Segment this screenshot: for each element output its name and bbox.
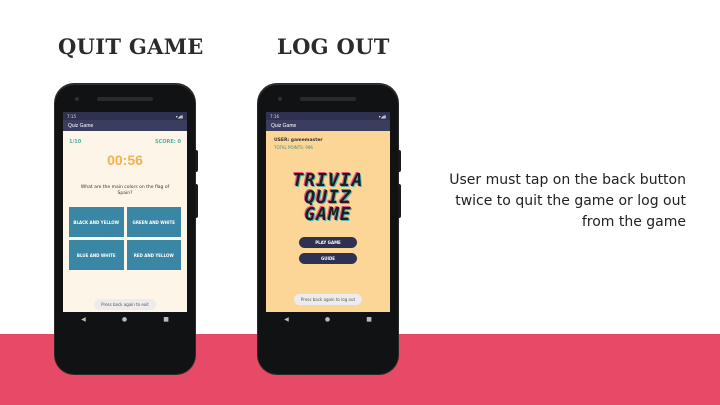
answer-option-4[interactable]: RED AND YELLOW xyxy=(126,240,181,270)
recents-nav-icon[interactable]: ■ xyxy=(366,316,372,323)
status-time: 7:15 xyxy=(67,113,76,119)
logo-line-3: GAME xyxy=(304,204,352,225)
quiz-screen: 1/10 SCORE: 0 00:56 What are the main co… xyxy=(63,131,187,312)
front-camera xyxy=(278,97,282,101)
quit-game-heading: QUIT GAME xyxy=(58,34,204,59)
system-nav-bar: ◀ ● ■ xyxy=(63,312,187,326)
guide-button[interactable]: GUIDE xyxy=(299,253,357,264)
phone-log-out: 7:16 ▾◢▮ Quiz Game USER: gamemaster TOTA… xyxy=(258,84,401,374)
question-text: What are the main colors on the flag of … xyxy=(80,185,170,196)
status-bar: 7:16 ▾◢▮ xyxy=(266,112,390,120)
status-icons: ▾◢▮ xyxy=(378,113,386,119)
play-game-button[interactable]: PLAY GAME xyxy=(299,237,357,248)
phone-quit-game: 7:15 ▾◢▮ Quiz Game 1/10 SCORE: 0 00:56 W… xyxy=(55,84,198,374)
status-bar: 7:15 ▾◢▮ xyxy=(63,112,187,120)
system-nav-bar: ◀ ● ■ xyxy=(266,312,390,326)
volume-button xyxy=(398,184,401,218)
app-title: Quiz Game xyxy=(68,122,94,129)
score-label: SCORE: 0 xyxy=(154,139,181,145)
home-nav-icon[interactable]: ● xyxy=(325,316,330,323)
power-button xyxy=(195,150,198,172)
speaker-grille xyxy=(97,97,153,101)
volume-button xyxy=(195,184,198,218)
countdown-timer: 00:56 xyxy=(107,152,143,168)
trivia-quiz-game-logo: TRIVIA QUIZ GAME xyxy=(266,172,390,225)
trivia-home-screen: USER: gamemaster TOTAL POINTS: 996 TRIVI… xyxy=(266,131,390,312)
power-button xyxy=(398,150,401,172)
phone-screen: 7:16 ▾◢▮ Quiz Game USER: gamemaster TOTA… xyxy=(266,112,390,326)
back-nav-icon[interactable]: ◀ xyxy=(81,316,86,323)
answer-option-1[interactable]: BLACK AND YELLOW xyxy=(69,207,124,237)
app-bar: Quiz Game xyxy=(63,120,187,131)
total-points-label: TOTAL POINTS: 996 xyxy=(274,145,313,150)
home-nav-icon[interactable]: ● xyxy=(122,316,127,323)
log-out-heading: LOG OUT xyxy=(277,34,390,59)
answer-options: BLACK AND YELLOW GREEN AND WHITE BLUE AN… xyxy=(69,207,181,270)
username-label: USER: gamemaster xyxy=(274,138,323,143)
question-progress: 1/10 xyxy=(69,139,82,145)
front-camera xyxy=(75,97,79,101)
answer-option-3[interactable]: BLUE AND WHITE xyxy=(69,240,124,270)
app-bar: Quiz Game xyxy=(266,120,390,131)
status-time: 7:16 xyxy=(270,113,279,119)
status-icons: ▾◢▮ xyxy=(175,113,183,119)
answer-option-2[interactable]: GREEN AND WHITE xyxy=(126,207,181,237)
instruction-caption: User must tap on the back button twice t… xyxy=(449,172,686,230)
recents-nav-icon[interactable]: ■ xyxy=(163,316,169,323)
app-title: Quiz Game xyxy=(271,122,297,129)
speaker-grille xyxy=(300,97,356,101)
logout-toast: Press back again to log out xyxy=(293,294,363,305)
exit-toast: Press back again to exit xyxy=(94,299,156,310)
phone-screen: 7:15 ▾◢▮ Quiz Game 1/10 SCORE: 0 00:56 W… xyxy=(63,112,187,326)
back-nav-icon[interactable]: ◀ xyxy=(284,316,289,323)
